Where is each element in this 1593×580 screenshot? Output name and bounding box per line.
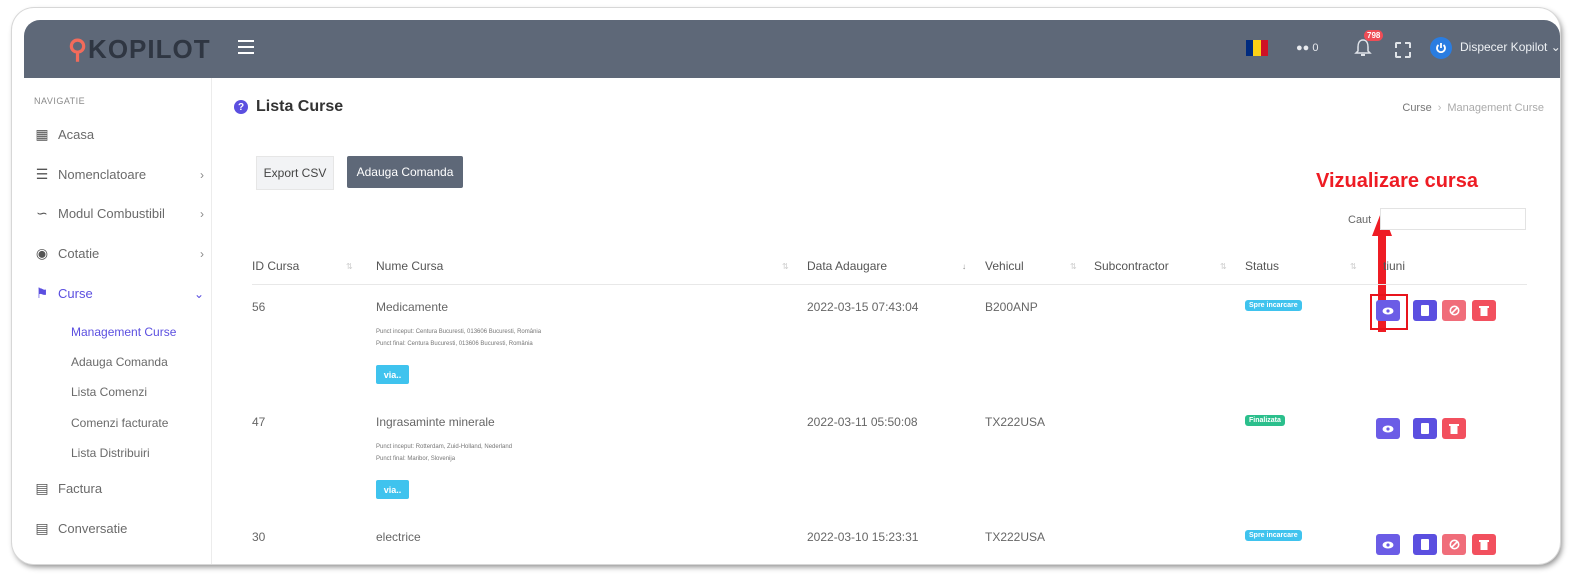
cell-vehicle: B200ANP	[985, 300, 1038, 314]
sidebar-item-factura[interactable]: ▤ Factura	[34, 480, 204, 497]
cell-name: electrice	[376, 530, 421, 544]
top-navbar: ⚲KOPILOT ●● 0 798 Dispecer Kopilot ⌄	[24, 20, 1560, 78]
sidebar-subitem-lista-comenzi[interactable]: Lista Comenzi	[71, 385, 147, 399]
column-status[interactable]: Status	[1245, 259, 1279, 273]
ban-icon	[1449, 539, 1459, 550]
sidebar-item-conversatie[interactable]: ▤ Conversatie	[34, 520, 204, 537]
chat-icon: ▤	[35, 520, 49, 536]
column-id[interactable]: ID Cursa	[252, 259, 299, 273]
fullscreen-icon[interactable]	[1395, 42, 1411, 58]
view-button[interactable]	[1376, 534, 1400, 555]
breadcrumb-curse[interactable]: Curse	[1402, 102, 1431, 114]
cell-vehicle: TX222USA	[985, 415, 1046, 429]
cell-vehicle: TX222USA	[985, 530, 1046, 544]
sidebar-item-curse[interactable]: ⚑ Curse ⌄	[34, 285, 204, 302]
menu-toggle-icon[interactable]	[238, 40, 254, 54]
sidebar-subitem-lista-distribuiri[interactable]: Lista Distribuiri	[71, 446, 150, 460]
column-subcontractor[interactable]: Subcontractor	[1094, 259, 1169, 273]
sidebar-item-cotatie[interactable]: ◉ Cotatie ›	[34, 245, 204, 262]
dashboard-icon: ▦	[35, 126, 49, 142]
cell-id: 56	[252, 300, 266, 314]
flag-icon: ⚑	[35, 285, 49, 301]
sidebar-item-modul-combustibil[interactable]: ∽ Modul Combustibil ›	[34, 205, 204, 222]
cell-id: 47	[252, 415, 266, 429]
invoice-icon: ▤	[35, 480, 49, 496]
cell-start-point: Punct inceput: Rotterdam, Zuid-Holland, …	[376, 444, 513, 450]
cell-date: 2022-03-11 05:50:08	[807, 415, 918, 429]
cell-end-point: Punct final: Centura Bucuresti, 013606 B…	[376, 341, 533, 347]
sidebar-subitem-comenzi-facturate[interactable]: Comenzi facturate	[71, 416, 168, 430]
chat-icon[interactable]: ●● 0	[1296, 42, 1318, 54]
sidebar-subitem-management-curse[interactable]: Management Curse	[71, 325, 176, 339]
search-input[interactable]	[1380, 208, 1526, 230]
add-order-button[interactable]: Adauga Comanda	[347, 156, 463, 188]
document-button[interactable]	[1413, 300, 1437, 321]
column-vehicle[interactable]: Vehicul	[985, 259, 1024, 273]
trash-icon	[1449, 424, 1459, 434]
user-menu[interactable]: Dispecer Kopilot ⌄	[1460, 40, 1560, 54]
cancel-button[interactable]	[1442, 534, 1466, 555]
eye-icon	[1382, 541, 1394, 548]
column-name[interactable]: Nume Cursa	[376, 259, 443, 273]
document-icon	[1421, 423, 1429, 434]
document-button[interactable]	[1413, 534, 1437, 555]
trash-icon	[1479, 306, 1489, 316]
annotation-label: Vizualizare cursa	[1316, 170, 1478, 192]
sidebar-item-acasa[interactable]: ▦ Acasa	[34, 126, 204, 143]
sidebar-item-nomenclatoare[interactable]: ☰ Nomenclatoare ›	[34, 166, 204, 183]
trash-icon	[1479, 540, 1489, 550]
status-badge: Spre incarcare	[1245, 300, 1302, 311]
delete-button[interactable]	[1472, 534, 1496, 555]
status-badge: Finalizata	[1245, 415, 1285, 426]
cell-start-point: Punct inceput: Centura Bucuresti, 013606…	[376, 329, 542, 335]
ban-icon	[1449, 305, 1459, 316]
via-button[interactable]: via..	[376, 480, 409, 499]
notification-badge: 798	[1364, 30, 1384, 41]
chat-count: 0	[1312, 42, 1319, 54]
cell-date: 2022-03-15 07:43:04	[807, 300, 919, 314]
status-badge: Spre incarcare	[1245, 530, 1302, 541]
power-icon[interactable]	[1430, 37, 1452, 59]
view-button[interactable]	[1376, 300, 1400, 321]
cell-id: 30	[252, 530, 266, 544]
breadcrumb: Curse › Management Curse	[1402, 102, 1544, 114]
document-button[interactable]	[1413, 418, 1437, 439]
list-icon: ☰	[35, 166, 49, 182]
romania-flag-icon[interactable]	[1246, 40, 1268, 56]
delete-button[interactable]	[1442, 418, 1466, 439]
column-actions: tiuni	[1383, 259, 1406, 273]
via-button[interactable]: via..	[376, 365, 409, 384]
column-date[interactable]: Data Adaugare	[807, 259, 887, 273]
page-title: ? Lista Curse	[234, 98, 343, 116]
nav-section-title: NAVIGATIE	[34, 96, 86, 106]
search-label: Caut	[1348, 214, 1372, 226]
breadcrumb-current: Management Curse	[1447, 102, 1544, 114]
app-frame: ⚲KOPILOT ●● 0 798 Dispecer Kopilot ⌄ NAV…	[12, 8, 1560, 564]
logo[interactable]: ⚲KOPILOT	[68, 34, 211, 65]
chevron-right-icon: ›	[200, 206, 204, 221]
cell-date: 2022-03-10 15:23:31	[807, 530, 919, 544]
chevron-right-icon: ›	[200, 167, 204, 182]
bell-icon[interactable]	[1354, 38, 1372, 58]
cancel-button[interactable]	[1442, 300, 1466, 321]
cell-name: Ingrasaminte minerale	[376, 415, 495, 429]
sidebar: NAVIGATIE ▦ Acasa ☰ Nomenclatoare › ∽ Modul …	[24, 78, 212, 564]
help-icon[interactable]: ?	[234, 100, 248, 114]
eye-icon	[1382, 307, 1394, 314]
table-header: ID Cursa ⇅ Nume Cursa ⇅ Data Adaugare ↓ Veh…	[252, 250, 1527, 285]
main-content: ? Lista Curse Curse › Management Curse Exp…	[212, 78, 1548, 564]
cell-end-point: Punct final: Maribor, Slovenija	[376, 456, 456, 462]
eye-icon	[1382, 425, 1394, 432]
export-csv-button[interactable]: Export CSV	[256, 156, 334, 190]
route-icon: ∽	[36, 205, 48, 221]
chevron-right-icon: ›	[200, 246, 204, 261]
document-icon	[1421, 539, 1429, 550]
chevron-down-icon: ⌄	[193, 286, 204, 301]
document-icon	[1421, 305, 1429, 316]
delete-button[interactable]	[1472, 300, 1496, 321]
globe-icon: ◉	[35, 245, 49, 261]
sidebar-subitem-adauga-comanda[interactable]: Adauga Comanda	[71, 355, 168, 369]
view-button[interactable]	[1376, 418, 1400, 439]
cell-name: Medicamente	[376, 300, 449, 314]
